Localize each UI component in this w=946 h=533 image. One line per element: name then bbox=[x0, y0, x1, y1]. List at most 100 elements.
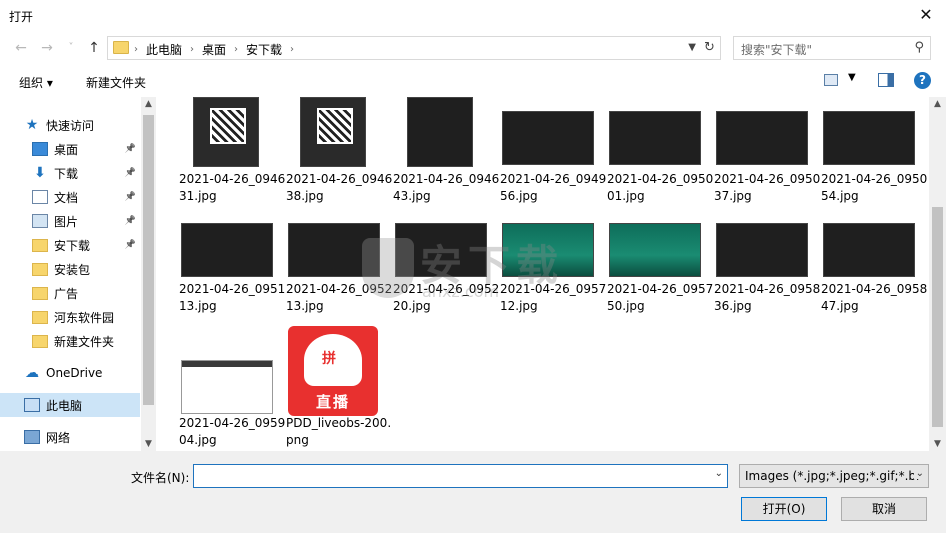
sidebar-item-10[interactable]: ☁ OneDrive bbox=[0, 361, 140, 385]
view-options-icon[interactable] bbox=[824, 74, 838, 86]
file-thumbnail bbox=[823, 111, 915, 165]
chevron-down-icon[interactable]: ⌄ bbox=[715, 468, 723, 479]
scroll-up-icon[interactable]: ▲ bbox=[929, 99, 946, 109]
chevron-down-icon[interactable]: ⌄ bbox=[913, 468, 924, 479]
sidebar-item-5[interactable]: 安下载 📌 bbox=[0, 233, 140, 257]
file-item[interactable]: 2021-04-26_094956.jpg bbox=[500, 97, 609, 221]
picture-icon bbox=[32, 214, 48, 228]
computer-icon bbox=[24, 398, 40, 412]
close-icon[interactable]: ✕ bbox=[916, 5, 936, 25]
sidebar-scrollbar[interactable]: ▲ ▼ bbox=[141, 97, 156, 451]
file-thumbnail bbox=[193, 97, 259, 167]
help-icon[interactable]: ? bbox=[914, 72, 931, 89]
file-item[interactable]: 拼直播 PDD_liveobs-200.png bbox=[286, 318, 395, 448]
qr-code-icon bbox=[210, 108, 246, 144]
scrollbar-thumb[interactable] bbox=[932, 207, 943, 427]
file-name: PDD_liveobs-200.png bbox=[286, 416, 392, 447]
sidebar-item-label: 快速访问 bbox=[46, 118, 95, 133]
folder-icon bbox=[32, 238, 48, 252]
refresh-icon[interactable]: ↻ bbox=[699, 36, 721, 60]
forward-arrow-icon[interactable]: → bbox=[38, 39, 56, 57]
file-type-filter[interactable]: Images (*.jpg;*.jpeg;*.gif;*.br ⌄ bbox=[739, 464, 929, 488]
chevron-down-icon[interactable]: ▼ bbox=[688, 39, 696, 57]
file-thumbnail bbox=[181, 360, 273, 414]
breadcrumb-desktop[interactable]: 桌面 bbox=[202, 41, 226, 58]
search-icon[interactable]: ⚲ bbox=[914, 40, 924, 55]
window-title: 打开 bbox=[9, 10, 34, 24]
file-item[interactable]: 2021-04-26_095847.jpg bbox=[821, 223, 929, 353]
file-name: 2021-04-26_094956.jpg bbox=[500, 172, 607, 203]
address-bar[interactable]: › 此电脑 › 桌面 › 安下载 › ▼ bbox=[107, 36, 721, 60]
sidebar-item-8[interactable]: 河东软件园 bbox=[0, 305, 140, 329]
folder-icon bbox=[32, 286, 48, 300]
search-input[interactable]: 搜索"安下载" ⚲ bbox=[733, 36, 931, 60]
organize-button[interactable]: 组织 ▾ bbox=[19, 74, 53, 91]
sidebar-item-11[interactable]: 此电脑 bbox=[0, 393, 140, 417]
file-name: 2021-04-26_095847.jpg bbox=[821, 282, 928, 313]
file-name: 2021-04-26_094643.jpg bbox=[393, 172, 500, 203]
file-name: 2021-04-26_095213.jpg bbox=[286, 282, 393, 313]
sidebar-item-label: 新建文件夹 bbox=[54, 334, 115, 349]
preview-pane-icon[interactable] bbox=[878, 73, 894, 87]
sidebar-item-label: OneDrive bbox=[46, 366, 103, 380]
file-thumbnail bbox=[407, 97, 473, 167]
scroll-up-icon[interactable]: ▲ bbox=[141, 99, 156, 109]
pin-icon: 📌 bbox=[124, 240, 136, 250]
breadcrumb-anxiazai[interactable]: 安下载 bbox=[246, 41, 282, 58]
file-item[interactable]: 2021-04-26_094643.jpg bbox=[393, 97, 502, 221]
open-button[interactable]: 打开(O) bbox=[741, 497, 827, 521]
sidebar-item-label: 网络 bbox=[46, 430, 71, 445]
breadcrumb-separator[interactable]: › bbox=[234, 44, 238, 55]
file-item[interactable]: 2021-04-26_095001.jpg bbox=[607, 97, 716, 221]
file-item[interactable]: 2021-04-26_095712.jpg bbox=[500, 223, 609, 353]
title-bar: 打开 ✕ bbox=[0, 0, 946, 31]
file-thumbnail bbox=[823, 223, 915, 277]
sidebar-item-12[interactable]: 网络 bbox=[0, 425, 140, 449]
scrollbar-thumb[interactable] bbox=[143, 115, 154, 405]
sidebar-item-label: 安装包 bbox=[54, 262, 91, 277]
qr-code-icon bbox=[317, 108, 353, 144]
scroll-down-icon[interactable]: ▼ bbox=[929, 439, 946, 449]
sidebar-item-label: 文档 bbox=[54, 190, 79, 205]
up-arrow-icon[interactable]: ↑ bbox=[85, 39, 103, 57]
breadcrumb-separator[interactable]: › bbox=[290, 44, 294, 55]
sidebar-item-7[interactable]: 广告 bbox=[0, 281, 140, 305]
sidebar-item-2[interactable]: ⬇ 下载 📌 bbox=[0, 161, 140, 185]
star-icon: ★ bbox=[25, 117, 39, 133]
file-item[interactable]: 2021-04-26_095054.jpg bbox=[821, 97, 929, 221]
file-item[interactable]: 2021-04-26_094638.jpg bbox=[286, 97, 395, 221]
file-item[interactable]: 2021-04-26_095836.jpg bbox=[714, 223, 823, 353]
file-item[interactable]: 2021-04-26_095220.jpg bbox=[393, 223, 502, 353]
breadcrumb: › 此电脑 › 桌面 › 安下载 › bbox=[134, 41, 294, 58]
sidebar-item-3[interactable]: 文档 📌 bbox=[0, 185, 140, 209]
sidebar-item-4[interactable]: 图片 📌 bbox=[0, 209, 140, 233]
scroll-down-icon[interactable]: ▼ bbox=[141, 439, 156, 449]
cancel-button[interactable]: 取消 bbox=[841, 497, 927, 521]
file-item[interactable]: 2021-04-26_095750.jpg bbox=[607, 223, 716, 353]
new-folder-button[interactable]: 新建文件夹 bbox=[86, 74, 146, 91]
sidebar-item-label: 图片 bbox=[54, 214, 79, 229]
file-thumbnail: 拼直播 bbox=[288, 326, 378, 416]
file-name: 2021-04-26_094631.jpg bbox=[179, 172, 286, 203]
file-item[interactable]: 2021-04-26_095904.jpg bbox=[179, 318, 288, 448]
content-scrollbar[interactable]: ▲ ▼ bbox=[929, 97, 946, 451]
cloud-icon: ☁ bbox=[25, 365, 39, 381]
file-item[interactable]: 2021-04-26_095037.jpg bbox=[714, 97, 823, 221]
sidebar-item-6[interactable]: 安装包 bbox=[0, 257, 140, 281]
file-name: 2021-04-26_095001.jpg bbox=[607, 172, 714, 203]
sidebar-item-9[interactable]: 新建文件夹 bbox=[0, 329, 140, 353]
breadcrumb-separator[interactable]: › bbox=[190, 44, 194, 55]
file-thumbnail bbox=[609, 111, 701, 165]
filename-input[interactable]: ⌄ bbox=[193, 464, 728, 488]
sidebar-item-0[interactable]: ★ 快速访问 bbox=[0, 113, 140, 137]
file-name: 2021-04-26_095220.jpg bbox=[393, 282, 500, 313]
breadcrumb-this-pc[interactable]: 此电脑 bbox=[146, 41, 182, 58]
file-item[interactable]: 2021-04-26_094631.jpg bbox=[179, 97, 288, 221]
file-name: 2021-04-26_095836.jpg bbox=[714, 282, 821, 313]
recent-locations-chevron-icon[interactable]: ˅ bbox=[62, 39, 80, 57]
file-thumbnail bbox=[300, 97, 366, 167]
sidebar-item-1[interactable]: 桌面 📌 bbox=[0, 137, 140, 161]
document-icon bbox=[32, 190, 48, 204]
back-arrow-icon[interactable]: ← bbox=[12, 39, 30, 57]
chevron-down-icon[interactable]: ▼ bbox=[848, 72, 856, 83]
